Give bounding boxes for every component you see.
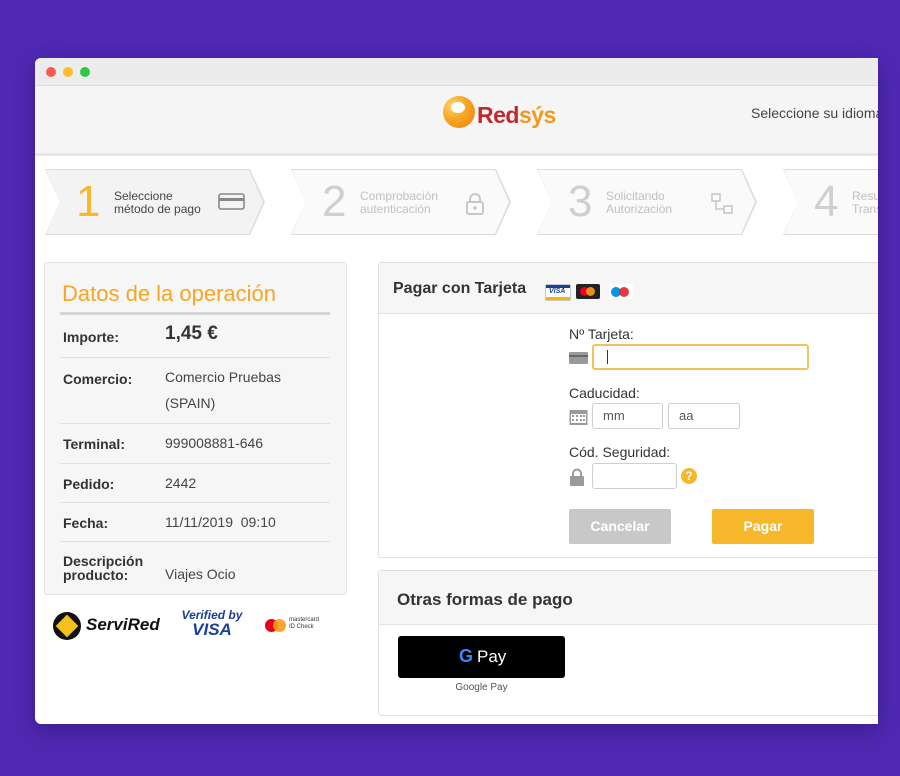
- cvv-label: Cód. Seguridad:: [569, 444, 671, 460]
- window-titlebar: [35, 58, 878, 86]
- step-2: 2 Comprobación autenticación: [291, 169, 511, 235]
- visa-card-icon: VISA: [545, 284, 571, 301]
- row-fecha: Fecha: 11/11/2019 09:10: [60, 503, 330, 542]
- redsys-logo-text: Redsýs: [477, 102, 556, 128]
- expiry-year-input[interactable]: aa: [668, 403, 740, 429]
- row-comercio: Comercio: Comercio Pruebas (SPAIN): [60, 358, 330, 424]
- step-1-number: 1: [76, 177, 101, 226]
- credit-card-icon: [569, 352, 588, 364]
- card-payment-header: Pagar con Tarjeta VISA: [379, 263, 878, 314]
- row-terminal: Terminal: 999008881-646: [60, 424, 330, 464]
- step-1: 1 Seleccione método de pago: [45, 169, 265, 235]
- close-window-button[interactable]: [46, 67, 56, 77]
- security-brands: ServiRed Verified by VISA mastercard ID C…: [53, 608, 345, 651]
- calendar-icon: [569, 410, 588, 425]
- verified-by-visa-logo: Verified by VISA: [181, 608, 243, 639]
- card-number-input[interactable]: [592, 344, 809, 370]
- step-4-label: ResulTrans: [852, 189, 878, 216]
- expiry-month-input[interactable]: mm: [592, 403, 663, 429]
- step-2-label: Comprobación autenticación: [360, 189, 439, 216]
- credit-card-icon: [218, 193, 245, 210]
- row-importe: Importe: 1,45 €: [60, 315, 330, 358]
- descripcion-label: Descripción producto:: [63, 553, 144, 583]
- card-payment-title: Pagar con Tarjeta: [393, 280, 527, 297]
- browser-window: Redsýs Seleccione su idioma 1 Seleccione…: [35, 58, 878, 724]
- step-3: 3 Solicitando Autorización: [537, 169, 757, 235]
- maestro-card-icon: [609, 284, 633, 299]
- other-payment-title: Otras formas de pago: [397, 590, 573, 609]
- terminal-label: Terminal:: [63, 436, 125, 452]
- maximize-window-button[interactable]: [80, 67, 90, 77]
- cvv-input[interactable]: [592, 463, 677, 489]
- fecha-label: Fecha:: [63, 515, 109, 531]
- step-1-label: Seleccione método de pago: [114, 189, 201, 216]
- expiry-label: Caducidad:: [569, 385, 640, 401]
- google-pay-caption: Google Pay: [455, 682, 508, 693]
- operation-title: Datos de la operación: [62, 281, 277, 306]
- card-number-label: Nº Tarjeta:: [569, 326, 634, 342]
- network-icon: [711, 193, 733, 214]
- pedido-value: 2442: [165, 475, 197, 491]
- other-payment-header: Otras formas de pago: [379, 571, 878, 625]
- pay-button[interactable]: Pagar: [712, 509, 814, 544]
- minimize-window-button[interactable]: [63, 67, 73, 77]
- help-icon[interactable]: ?: [681, 468, 697, 484]
- cancel-button[interactable]: Cancelar: [569, 509, 671, 544]
- step-3-label: Solicitando Autorización: [606, 189, 673, 216]
- servired-icon: [53, 612, 81, 640]
- importe-value: 1,45 €: [165, 323, 218, 344]
- operation-details-panel: Datos de la operación Importe: 1,45 € Co…: [44, 262, 347, 595]
- pedido-label: Pedido:: [63, 476, 115, 492]
- descripcion-value: Viajes Ocio: [165, 566, 236, 582]
- other-payment-methods-panel: Otras formas de pago G Pay Google Pay: [378, 570, 878, 716]
- comercio-value: Comercio Pruebas (SPAIN): [165, 369, 281, 411]
- card-payment-panel: Pagar con Tarjeta VISA Nº Tarjeta: Caduc…: [378, 262, 878, 558]
- page-header: Redsýs Seleccione su idioma: [35, 86, 878, 156]
- redsys-logo-icon: [443, 96, 475, 128]
- step-4-number: 4: [814, 177, 839, 226]
- lock-icon: [570, 468, 584, 486]
- mastercard-card-icon: [576, 284, 600, 299]
- comercio-label: Comercio:: [63, 371, 133, 387]
- redsys-logo: Redsýs: [443, 96, 556, 136]
- step-3-number: 3: [568, 177, 593, 226]
- fecha-value: 11/11/2019 09:10: [165, 514, 276, 530]
- google-pay-button[interactable]: G Pay: [398, 636, 565, 678]
- terminal-value: 999008881-646: [165, 435, 264, 451]
- google-pay-label: Pay: [477, 647, 507, 666]
- lock-icon: [466, 193, 484, 215]
- step-2-number: 2: [322, 177, 347, 226]
- row-descripcion: Descripción producto: Viajes Ocio: [60, 542, 330, 592]
- language-selector[interactable]: Seleccione su idioma: [751, 105, 878, 121]
- mastercard-id-check-logo: mastercard ID Check: [265, 616, 345, 636]
- payment-steps: 1 Seleccione método de pago 2 Comprobació…: [35, 169, 878, 235]
- text-caret: [607, 350, 608, 364]
- google-g-icon: G: [459, 646, 474, 666]
- row-pedido: Pedido: 2442: [60, 464, 330, 503]
- step-4: 4 ResulTrans: [783, 169, 878, 235]
- importe-label: Importe:: [63, 329, 119, 345]
